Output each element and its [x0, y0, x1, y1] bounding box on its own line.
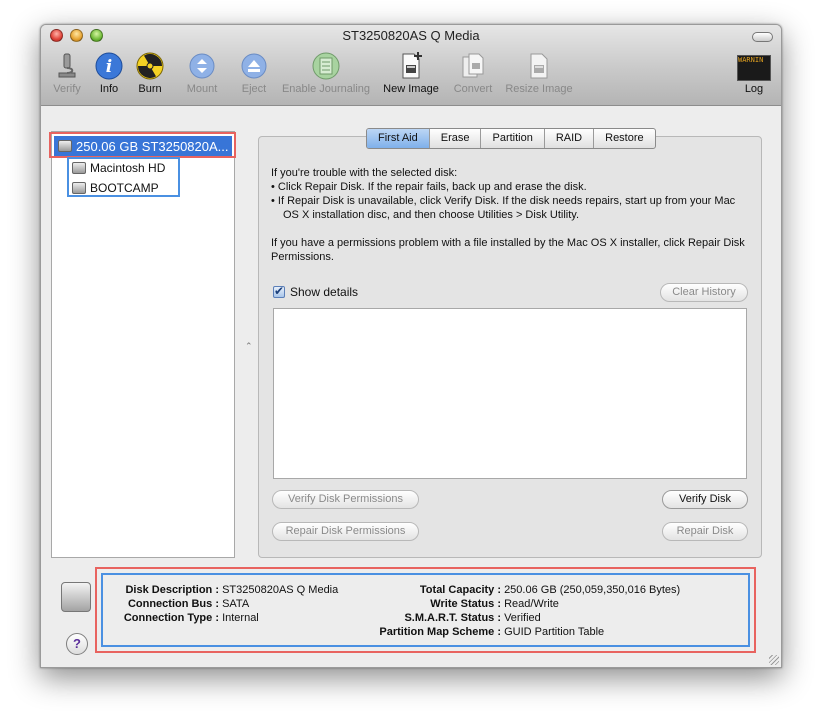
window-title: ST3250820AS Q Media [342, 28, 480, 43]
journal-icon [311, 51, 341, 81]
hard-drive-icon [61, 582, 91, 612]
repair-disk-permissions-button[interactable]: Repair Disk Permissions [272, 522, 419, 541]
clear-history-button[interactable]: Clear History [660, 283, 748, 302]
mount-toolbar-button[interactable]: Mount [181, 51, 223, 95]
help-button[interactable]: ? [66, 633, 88, 655]
show-details-checkbox[interactable]: Show details [273, 284, 359, 299]
verify-disk-button[interactable]: Verify Disk [662, 490, 748, 509]
details-log-area[interactable] [273, 308, 747, 479]
toolbar-toggle-button[interactable] [752, 32, 773, 42]
burn-icon [135, 51, 165, 81]
tab-raid[interactable]: RAID [543, 129, 593, 148]
convert-icon [458, 51, 488, 81]
tab-partition[interactable]: Partition [480, 129, 543, 148]
bullet-verify: • If Repair Disk is unavailable, click V… [271, 195, 736, 221]
tab-erase[interactable]: Erase [428, 129, 481, 148]
new-image-icon [396, 51, 426, 81]
log-icon: WARNIN [737, 55, 771, 81]
highlight-disk-red [49, 132, 236, 158]
resize-grip[interactable] [769, 655, 779, 665]
new-image-toolbar-button[interactable]: New Image [382, 51, 440, 95]
eject-toolbar-button[interactable]: Eject [237, 51, 271, 95]
mount-icon [187, 51, 217, 81]
eject-icon [239, 51, 269, 81]
intro-text: If you're trouble with the selected disk… [271, 167, 458, 179]
bullet-repair: • Click Repair Disk. If the repair fails… [271, 181, 587, 193]
checkbox-checked-icon [273, 284, 285, 298]
show-details-label: Show details [290, 285, 359, 299]
convert-toolbar-button[interactable]: Convert [451, 51, 495, 95]
log-icon-text: WARNIN [738, 56, 764, 64]
verify-toolbar-button[interactable]: Verify [47, 51, 87, 95]
svg-text:i: i [106, 57, 112, 77]
resize-image-icon [524, 51, 554, 81]
first-aid-instructions: If you're trouble with the selected disk… [271, 166, 751, 278]
split-view-handle[interactable]: ⌃ [245, 341, 253, 352]
log-toolbar-button[interactable]: WARNIN Log [736, 51, 772, 95]
titlebar: ST3250820AS Q Media Verify i Info Burn M… [41, 25, 781, 106]
microscope-icon [52, 51, 82, 81]
highlight-volumes-blue [67, 157, 180, 197]
tab-first-aid[interactable]: First Aid [367, 129, 429, 148]
tab-bar: First Aid Erase Partition RAID Restore [366, 128, 656, 149]
info-toolbar-button[interactable]: i Info [94, 51, 124, 95]
tab-restore[interactable]: Restore [593, 129, 655, 148]
highlight-details-blue [101, 573, 750, 647]
repair-disk-button[interactable]: Repair Disk [662, 522, 748, 541]
resize-image-toolbar-button[interactable]: Resize Image [503, 51, 575, 95]
permissions-note: If you have a permissions problem with a… [271, 237, 745, 263]
info-icon: i [94, 51, 124, 81]
burn-toolbar-button[interactable]: Burn [134, 51, 166, 95]
verify-disk-permissions-button[interactable]: Verify Disk Permissions [272, 490, 419, 509]
enable-journaling-toolbar-button[interactable]: Enable Journaling [279, 51, 373, 95]
